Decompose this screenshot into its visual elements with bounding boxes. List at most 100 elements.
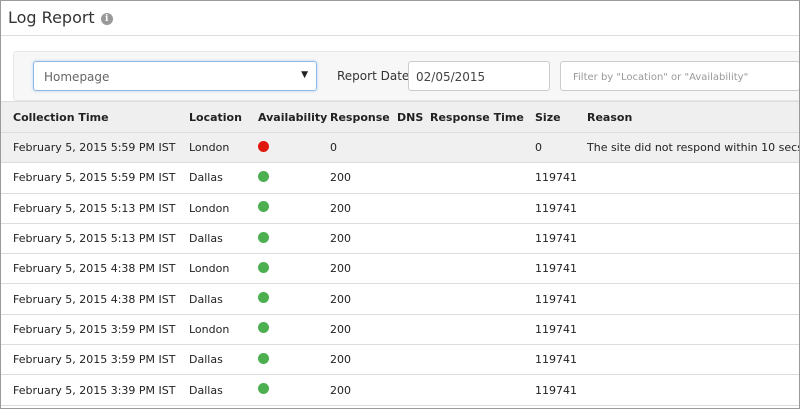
response-cell: 200 bbox=[330, 162, 397, 194]
response-time-cell bbox=[430, 283, 535, 315]
time-cell: February 5, 2015 3:59 PM IST bbox=[1, 314, 189, 346]
reason-cell bbox=[587, 283, 799, 315]
reason-cell bbox=[587, 162, 799, 194]
response-time-cell bbox=[430, 162, 535, 194]
status-up-icon bbox=[258, 201, 269, 213]
availability-cell bbox=[258, 162, 330, 194]
reason-cell: The site did not respond within 10 secs. bbox=[587, 132, 799, 164]
table-row[interactable]: February 5, 2015 3:59 PM IST London 200 119… bbox=[1, 314, 799, 346]
availability-cell bbox=[258, 223, 330, 255]
table-row[interactable]: February 5, 2015 5:13 PM IST London 200 119… bbox=[1, 193, 799, 224]
column-header[interactable]: Reason bbox=[587, 101, 799, 133]
location-cell: Dallas bbox=[189, 223, 258, 255]
reason-cell bbox=[587, 193, 799, 224]
size-cell: 119741 bbox=[535, 223, 587, 255]
time-cell: February 5, 2015 5:59 PM IST bbox=[1, 162, 189, 194]
size-cell: 119741 bbox=[535, 283, 587, 315]
size-cell: 119741 bbox=[535, 314, 587, 346]
location-cell: Dallas bbox=[189, 162, 258, 194]
time-cell: February 5, 2015 4:38 PM IST bbox=[1, 283, 189, 315]
response-time-cell bbox=[430, 374, 535, 406]
size-cell: 0 bbox=[535, 132, 587, 164]
time-cell: February 5, 2015 3:39 PM IST bbox=[1, 374, 189, 406]
table-row[interactable]: February 5, 2015 5:13 PM IST Dallas 200 119… bbox=[1, 223, 799, 255]
response-cell: 0 bbox=[330, 132, 397, 164]
availability-cell bbox=[258, 253, 330, 285]
caret-down-icon: ▼ bbox=[301, 70, 308, 80]
dns-cell bbox=[397, 193, 430, 224]
report-date-label: Report Date bbox=[337, 69, 410, 83]
dns-cell bbox=[397, 283, 430, 315]
status-up-icon bbox=[258, 261, 269, 273]
site-select[interactable]: Homepage ▼ bbox=[33, 61, 317, 91]
column-header[interactable]: Size bbox=[535, 101, 587, 133]
table-header: Collection Time Location Availability Respo… bbox=[1, 101, 799, 133]
response-cell: 200 bbox=[330, 314, 397, 346]
response-time-cell bbox=[430, 193, 535, 224]
table-row[interactable]: February 5, 2015 3:59 PM IST Dallas 200 119… bbox=[1, 344, 799, 376]
size-cell: 119741 bbox=[535, 253, 587, 285]
response-cell: 200 bbox=[330, 223, 397, 255]
location-cell: London bbox=[189, 253, 258, 285]
time-cell: February 5, 2015 5:59 PM IST bbox=[1, 132, 189, 164]
status-up-icon bbox=[258, 292, 269, 304]
log-report-window: Log Report i Homepage ▼ Report Date 02/0… bbox=[0, 0, 800, 409]
response-time-cell bbox=[430, 132, 535, 164]
location-cell: Dallas bbox=[189, 374, 258, 406]
location-cell: London bbox=[189, 314, 258, 346]
availability-cell bbox=[258, 283, 330, 315]
column-header[interactable]: Response bbox=[330, 101, 397, 133]
status-up-icon bbox=[258, 383, 269, 395]
location-cell: Dallas bbox=[189, 283, 258, 315]
response-cell: 200 bbox=[330, 374, 397, 406]
status-down-icon bbox=[258, 140, 269, 152]
availability-cell bbox=[258, 314, 330, 346]
size-cell: 119741 bbox=[535, 374, 587, 406]
divider bbox=[1, 35, 799, 36]
report-date-input[interactable]: 02/05/2015 bbox=[408, 61, 550, 91]
response-cell: 200 bbox=[330, 253, 397, 285]
status-up-icon bbox=[258, 352, 269, 364]
table-row[interactable]: February 5, 2015 5:59 PM IST Dallas 200 119… bbox=[1, 162, 799, 194]
response-time-cell bbox=[430, 253, 535, 285]
dns-cell bbox=[397, 162, 430, 194]
site-select-value: Homepage bbox=[44, 70, 110, 84]
time-cell: February 5, 2015 5:13 PM IST bbox=[1, 223, 189, 255]
info-icon[interactable]: i bbox=[100, 13, 113, 25]
log-table: Collection Time Location Availability Respo… bbox=[1, 101, 799, 406]
location-cell: London bbox=[189, 193, 258, 224]
time-cell: February 5, 2015 5:13 PM IST bbox=[1, 193, 189, 224]
dns-cell bbox=[397, 132, 430, 164]
status-up-icon bbox=[258, 170, 269, 182]
dns-cell bbox=[397, 223, 430, 255]
table-row[interactable]: February 5, 2015 4:38 PM IST Dallas 200 119… bbox=[1, 283, 799, 315]
availability-cell bbox=[258, 374, 330, 406]
table-row[interactable]: February 5, 2015 5:59 PM IST London 0 0 The … bbox=[1, 132, 799, 164]
column-header[interactable]: Availability bbox=[258, 101, 330, 133]
column-header[interactable]: Collection Time bbox=[1, 101, 189, 133]
table-row[interactable]: February 5, 2015 3:39 PM IST Dallas 200 119… bbox=[1, 374, 799, 406]
response-cell: 200 bbox=[330, 193, 397, 224]
response-time-cell bbox=[430, 223, 535, 255]
size-cell: 119741 bbox=[535, 344, 587, 376]
response-time-cell bbox=[430, 314, 535, 346]
dns-cell bbox=[397, 314, 430, 346]
dns-cell bbox=[397, 374, 430, 406]
reason-cell bbox=[587, 344, 799, 376]
dns-cell bbox=[397, 344, 430, 376]
size-cell: 119741 bbox=[535, 193, 587, 224]
status-up-icon bbox=[258, 322, 269, 334]
reason-cell bbox=[587, 253, 799, 285]
column-header[interactable]: DNS bbox=[397, 101, 430, 133]
column-header[interactable]: Response Time bbox=[430, 101, 535, 133]
column-header[interactable]: Location bbox=[189, 101, 258, 133]
status-up-icon bbox=[258, 231, 269, 243]
reason-cell bbox=[587, 314, 799, 346]
location-cell: Dallas bbox=[189, 344, 258, 376]
filter-input[interactable]: Filter by "Location" or "Availability" bbox=[560, 61, 799, 91]
response-cell: 200 bbox=[330, 344, 397, 376]
response-time-cell bbox=[430, 344, 535, 376]
size-cell: 119741 bbox=[535, 162, 587, 194]
time-cell: February 5, 2015 3:59 PM IST bbox=[1, 344, 189, 376]
table-row[interactable]: February 5, 2015 4:38 PM IST London 200 119… bbox=[1, 253, 799, 285]
